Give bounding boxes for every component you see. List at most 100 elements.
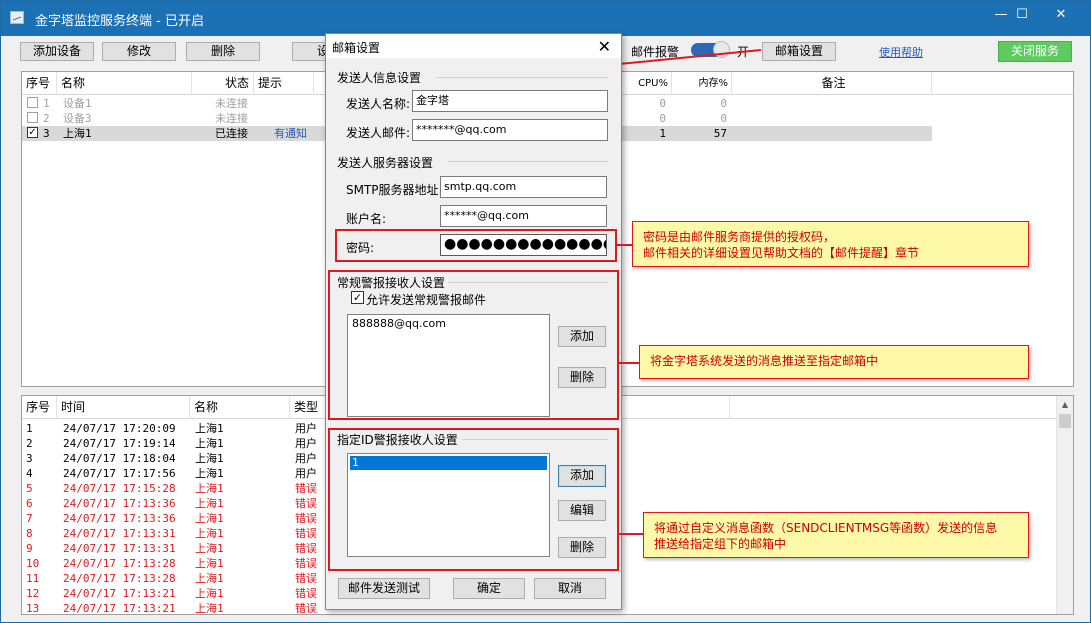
- id-recipient-list[interactable]: 1: [347, 453, 550, 557]
- column-header[interactable]: 名称: [57, 72, 192, 95]
- row-name: 上海1: [195, 422, 224, 435]
- row-name: 上海1: [195, 542, 224, 555]
- row-mem: 0: [720, 112, 727, 125]
- sender-mail-input[interactable]: *******@qq.com: [412, 119, 608, 141]
- row-type: 用户: [295, 452, 317, 465]
- account-input[interactable]: ******@qq.com: [440, 205, 607, 227]
- cancel-button[interactable]: 取消: [534, 578, 606, 599]
- scroll-up-arrow-icon[interactable]: ▲: [1057, 396, 1073, 413]
- row-type: 错误: [295, 482, 317, 495]
- sender-mail-label: 发送人邮件:: [346, 126, 411, 140]
- row-no: 9: [26, 542, 33, 555]
- id-group-title: 指定ID警报接收人设置: [337, 433, 458, 447]
- column-header[interactable]: 时间: [57, 396, 190, 419]
- row-checkbox[interactable]: [27, 97, 38, 108]
- row-name: 上海1: [195, 452, 224, 465]
- window-title: 金字塔监控服务终端 - 已开启: [35, 14, 204, 29]
- row-no: 4: [26, 467, 33, 480]
- column-header[interactable]: 状态: [192, 72, 254, 95]
- log-scrollbar[interactable]: ▲: [1056, 396, 1073, 614]
- row-tip[interactable]: 有通知: [274, 126, 314, 141]
- sender-name-label: 发送人名称:: [346, 97, 411, 111]
- row-checkbox-checked[interactable]: ✓: [27, 127, 38, 138]
- row-status: 已连接: [215, 127, 248, 140]
- mail-settings-dialog: 邮箱设置 ✕ 发送人信息设置 发送人名称: 金字塔 发送人邮件: *******…: [325, 33, 622, 610]
- password-callout: 密码是由邮件服务商提供的授权码， 邮件相关的详细设置见帮助文档的【邮件提醒】章节: [632, 221, 1029, 267]
- modify-button[interactable]: 修改: [102, 42, 176, 61]
- dialog-title-bar: 邮箱设置 ✕: [326, 34, 621, 58]
- row-time: 24/07/17 17:15:28: [63, 482, 176, 495]
- mail-settings-button[interactable]: 邮箱设置: [762, 42, 836, 61]
- list-item-selected[interactable]: 1: [350, 456, 547, 470]
- row-cpu: 0: [659, 112, 666, 125]
- row-time: 24/07/17 17:20:09: [63, 422, 176, 435]
- callout-connector: [617, 244, 632, 246]
- server-group-title: 发送人服务器设置: [337, 156, 434, 170]
- callout-connector: [617, 362, 639, 364]
- row-name: 上海1: [195, 557, 224, 570]
- row-time: 24/07/17 17:13:28: [63, 572, 176, 585]
- row-time: 24/07/17 17:13:36: [63, 512, 176, 525]
- close-window-button[interactable]: ✕: [1046, 5, 1076, 25]
- sender-group-title: 发送人信息设置: [337, 71, 422, 85]
- row-no: 5: [26, 482, 33, 495]
- column-header[interactable]: 序号: [22, 396, 57, 419]
- allow-normal-label: 允许发送常规警报邮件: [366, 293, 487, 307]
- callout-text: 邮件相关的详细设置见帮助文档的【邮件提醒】章节: [643, 246, 920, 260]
- delete-button[interactable]: 删除: [186, 42, 260, 61]
- allow-normal-checkbox[interactable]: ✓: [351, 291, 364, 304]
- dialog-close-icon[interactable]: ✕: [598, 37, 611, 56]
- close-service-button[interactable]: 关闭服务: [998, 41, 1072, 62]
- sender-name-input[interactable]: 金字塔: [412, 90, 608, 112]
- mail-test-button[interactable]: 邮件发送测试: [338, 578, 430, 599]
- column-header[interactable]: 名称: [190, 396, 290, 419]
- column-header[interactable]: 序号: [22, 72, 57, 95]
- ok-button[interactable]: 确定: [453, 578, 525, 599]
- column-header[interactable]: 提示: [254, 72, 314, 95]
- scroll-thumb[interactable]: [1059, 414, 1071, 428]
- row-no: 11: [26, 572, 40, 585]
- row-name: 上海1: [195, 497, 224, 510]
- column-header[interactable]: 内存%: [672, 72, 732, 95]
- row-no: 3: [26, 452, 33, 465]
- normal-group-title: 常规警报接收人设置: [337, 276, 446, 290]
- column-header-blank: [622, 396, 730, 419]
- password-input[interactable]: ●●●●●●●●●●●●●●●●: [440, 234, 607, 256]
- normal-add-button[interactable]: 添加: [558, 326, 606, 347]
- add-device-button[interactable]: 添加设备: [20, 42, 94, 61]
- group-divider: [436, 77, 608, 78]
- column-header[interactable]: 备注: [732, 72, 932, 95]
- help-link[interactable]: 使用帮助: [879, 44, 923, 60]
- row-type: 错误: [295, 497, 317, 510]
- column-header[interactable]: 类型: [290, 396, 330, 419]
- row-no: 13: [26, 602, 40, 615]
- smtp-label: SMTP服务器地址:: [346, 183, 443, 197]
- list-item[interactable]: 888888@qq.com: [350, 317, 547, 331]
- maximize-button[interactable]: ☐: [1007, 5, 1037, 25]
- row-type: 错误: [295, 587, 317, 600]
- row-time: 24/07/17 17:17:56: [63, 467, 176, 480]
- smtp-input[interactable]: smtp.qq.com: [440, 176, 607, 198]
- row-type: 错误: [295, 512, 317, 525]
- id-add-button[interactable]: 添加: [558, 465, 606, 487]
- password-label: 密码:: [346, 241, 375, 255]
- row-type: 错误: [295, 602, 317, 615]
- id-delete-button[interactable]: 删除: [558, 537, 606, 558]
- row-time: 24/07/17 17:13:28: [63, 557, 176, 570]
- row-no: 10: [26, 557, 40, 570]
- normal-delete-button[interactable]: 删除: [558, 367, 606, 388]
- row-checkbox[interactable]: [27, 112, 38, 123]
- normal-recipient-list[interactable]: 888888@qq.com: [347, 314, 550, 417]
- row-time: 24/07/17 17:13:21: [63, 602, 176, 615]
- id-edit-button[interactable]: 编辑: [558, 500, 606, 521]
- row-no: 12: [26, 587, 40, 600]
- row-no: 1: [26, 422, 33, 435]
- group-divider: [448, 161, 608, 162]
- row-status: 未连接: [215, 97, 248, 110]
- row-no: 3: [43, 127, 50, 140]
- row-type: 错误: [295, 557, 317, 570]
- row-time: 24/07/17 17:13:31: [63, 527, 176, 540]
- app-chart-icon: [10, 11, 24, 24]
- row-cpu: 0: [659, 97, 666, 110]
- column-header[interactable]: CPU%: [622, 72, 672, 95]
